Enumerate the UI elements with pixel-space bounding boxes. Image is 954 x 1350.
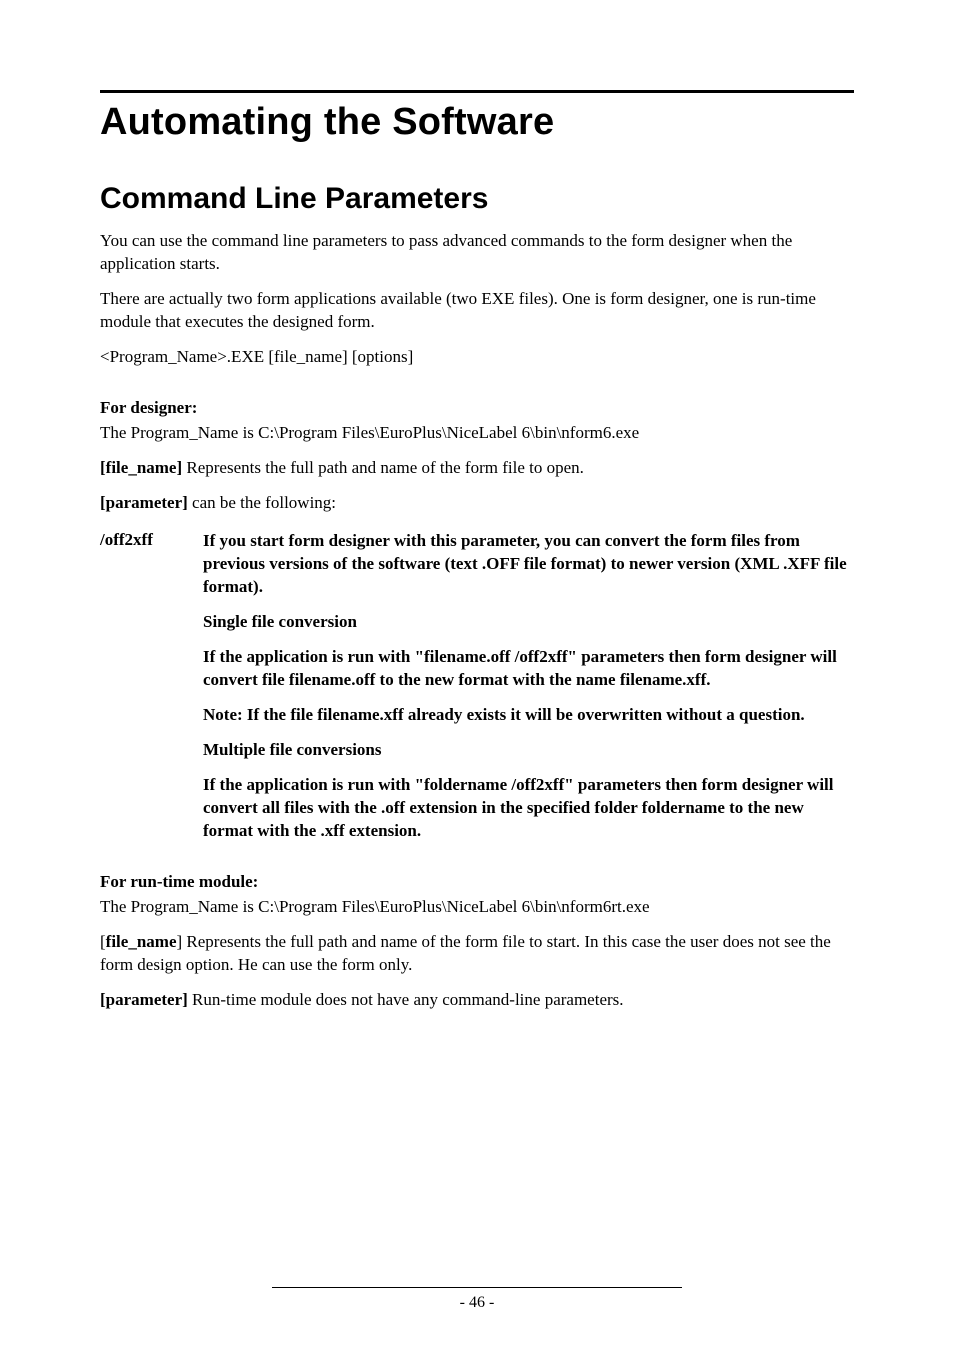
runtime-filename-line: [file_name] Represents the full path and… <box>100 931 854 977</box>
section-title: Command Line Parameters <box>100 182 854 216</box>
filename-label: [file_name] <box>100 458 182 477</box>
param-key: /off2xff <box>100 530 203 842</box>
runtime-filename-desc: Represents the full path and name of the… <box>100 932 831 974</box>
runtime-heading-line: For run-time module: <box>100 871 854 894</box>
param-p3: If the application is run with "filename… <box>203 646 854 692</box>
param-p2: Single file conversion <box>203 611 854 634</box>
document-title: Automating the Software <box>100 101 854 144</box>
runtime-parameter-label: [parameter] <box>100 990 188 1009</box>
designer-heading-line: For designer: <box>100 397 854 420</box>
intro-paragraph-1: You can use the command line parameters … <box>100 230 854 276</box>
runtime-parameter-line: [parameter] Run-time module does not hav… <box>100 989 854 1012</box>
runtime-heading: For run-time module: <box>100 872 258 891</box>
usage-line: <Program_Name>.EXE [file_name] [options] <box>100 346 854 369</box>
top-rule <box>100 90 854 93</box>
designer-heading: For designer: <box>100 398 197 417</box>
page-footer: - 46 - <box>0 1287 954 1312</box>
page-number: - 46 - <box>460 1294 495 1311</box>
param-p1: If you start form designer with this par… <box>203 530 854 599</box>
designer-filename-line: [file_name] Represents the full path and… <box>100 457 854 480</box>
param-p6: If the application is run with "folderna… <box>203 774 854 843</box>
runtime-filename-label: file_name <box>106 932 177 951</box>
designer-parameter-line: [parameter] can be the following: <box>100 492 854 515</box>
runtime-parameter-desc: Run-time module does not have any comman… <box>188 990 624 1009</box>
param-p4: Note: If the file filename.xff already e… <box>203 704 854 727</box>
filename-desc: Represents the full path and name of the… <box>182 458 584 477</box>
param-description: If you start form designer with this par… <box>203 530 854 842</box>
parameter-desc: can be the following: <box>188 493 336 512</box>
runtime-program-name: The Program_Name is C:\Program Files\Eur… <box>100 896 854 919</box>
footer-rule <box>272 1287 682 1288</box>
designer-program-name: The Program_Name is C:\Program Files\Eur… <box>100 422 854 445</box>
page: Automating the Software Command Line Par… <box>0 0 954 1011</box>
intro-paragraph-2: There are actually two form applications… <box>100 288 854 334</box>
parameter-table: /off2xff If you start form designer with… <box>100 526 854 846</box>
parameter-label: [parameter] <box>100 493 188 512</box>
param-p5: Multiple file conversions <box>203 739 854 762</box>
